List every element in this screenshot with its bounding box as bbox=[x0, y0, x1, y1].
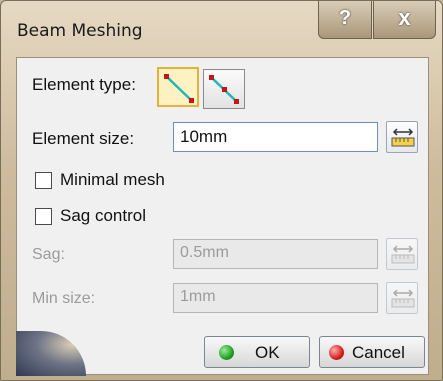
sag-control-label: Sag control bbox=[60, 206, 146, 225]
parabolic-beam-element-icon bbox=[209, 75, 239, 104]
dialog-window: Beam Meshing ? x Element type: Element s… bbox=[0, 0, 443, 381]
ruler-icon bbox=[391, 289, 415, 308]
min-size-input[interactable]: 1mm bbox=[173, 283, 378, 313]
ok-button[interactable]: OK bbox=[204, 336, 310, 368]
linear-element-type-button[interactable] bbox=[157, 67, 199, 107]
cancel-icon bbox=[329, 345, 344, 360]
window-title: Beam Meshing bbox=[17, 21, 143, 41]
ok-button-label: OK bbox=[255, 343, 280, 362]
element-size-input[interactable]: 10mm bbox=[173, 122, 378, 152]
linear-beam-element-icon bbox=[164, 74, 194, 103]
element-size-measure-button[interactable] bbox=[386, 121, 418, 153]
sag-label: Sag: bbox=[32, 246, 65, 263]
cancel-button-label: Cancel bbox=[352, 343, 405, 362]
element-size-label: Element size: bbox=[32, 129, 135, 148]
minimal-mesh-checkbox[interactable] bbox=[35, 172, 52, 189]
ruler-icon bbox=[391, 245, 415, 264]
help-button[interactable]: ? bbox=[318, 1, 372, 39]
min-size-label: Min size: bbox=[32, 290, 96, 307]
parabolic-element-type-button[interactable] bbox=[203, 69, 245, 109]
min-size-measure-button[interactable] bbox=[386, 282, 418, 314]
sag-measure-button[interactable] bbox=[386, 238, 418, 270]
cancel-button[interactable]: Cancel bbox=[319, 336, 425, 368]
dialog-body: Element type: Element size: 10mm Minimal… bbox=[16, 57, 429, 375]
ok-icon bbox=[219, 345, 234, 360]
element-type-label: Element type: bbox=[32, 75, 136, 94]
minimal-mesh-label: Minimal mesh bbox=[60, 170, 165, 189]
sag-input[interactable]: 0.5mm bbox=[173, 239, 378, 269]
close-button[interactable]: x bbox=[373, 1, 436, 39]
ruler-icon bbox=[391, 128, 415, 147]
sag-control-checkbox[interactable] bbox=[35, 208, 52, 225]
